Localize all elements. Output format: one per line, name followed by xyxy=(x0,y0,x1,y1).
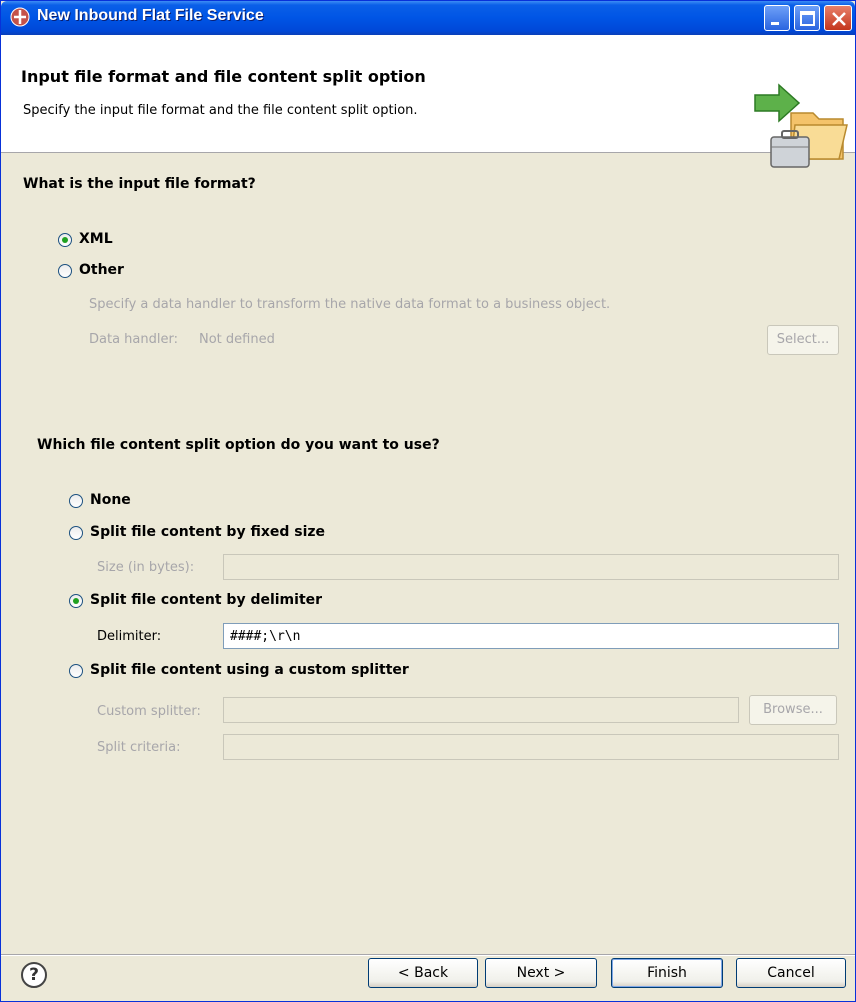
window-title: New Inbound Flat File Service xyxy=(37,7,264,24)
split-criteria-label: Split criteria: xyxy=(97,740,181,755)
size-input[interactable] xyxy=(223,554,839,580)
fixed-size-radio[interactable] xyxy=(69,526,83,540)
cancel-button[interactable]: Cancel xyxy=(736,958,846,988)
select-button[interactable]: Select... xyxy=(767,325,839,355)
none-radio[interactable] xyxy=(69,494,83,508)
custom-splitter-input[interactable] xyxy=(223,697,739,723)
close-icon xyxy=(832,12,846,26)
none-label[interactable]: None xyxy=(90,492,131,508)
other-description: Specify a data handler to transform the … xyxy=(89,297,611,312)
close-button[interactable] xyxy=(824,5,852,31)
page-title: Input file format and file content split… xyxy=(21,67,426,86)
browse-button[interactable]: Browse... xyxy=(749,695,837,725)
split-question: Which file content split option do you w… xyxy=(37,437,440,453)
custom-splitter-option-label[interactable]: Split file content using a custom splitt… xyxy=(90,662,409,678)
help-icon[interactable]: ? xyxy=(21,962,47,988)
wizard-header: Input file format and file content split… xyxy=(1,35,855,168)
delimiter-input[interactable] xyxy=(223,623,839,649)
split-criteria-input[interactable] xyxy=(223,734,839,760)
maximize-button[interactable] xyxy=(794,5,820,31)
other-label[interactable]: Other xyxy=(79,262,124,278)
footer-separator xyxy=(1,954,855,956)
next-button[interactable]: Next > xyxy=(485,958,597,988)
custom-splitter-radio[interactable] xyxy=(69,664,83,678)
delimiter-option-label[interactable]: Split file content by delimiter xyxy=(90,592,322,608)
xml-label[interactable]: XML xyxy=(79,231,113,247)
minimize-icon xyxy=(771,22,779,25)
xml-radio[interactable] xyxy=(58,233,72,247)
delimiter-label: Delimiter: xyxy=(97,629,162,644)
data-handler-value: Not defined xyxy=(199,332,275,347)
back-button[interactable]: < Back xyxy=(368,958,478,988)
minimize-button[interactable] xyxy=(764,5,790,31)
finish-button[interactable]: Finish xyxy=(611,958,723,988)
fixed-size-label[interactable]: Split file content by fixed size xyxy=(90,524,325,540)
custom-splitter-label: Custom splitter: xyxy=(97,704,201,719)
maximize-icon xyxy=(800,11,815,26)
size-label: Size (in bytes): xyxy=(97,560,195,575)
wizard-window: New Inbound Flat File Service Input file… xyxy=(0,0,856,1002)
page-description: Specify the input file format and the fi… xyxy=(23,103,418,118)
app-icon xyxy=(10,7,30,27)
data-handler-label: Data handler: xyxy=(89,332,178,347)
delimiter-radio[interactable] xyxy=(69,594,83,608)
wizard-banner-icon xyxy=(754,83,848,168)
other-radio[interactable] xyxy=(58,264,72,278)
title-bar[interactable]: New Inbound Flat File Service xyxy=(1,1,855,35)
format-question: What is the input file format? xyxy=(23,176,256,192)
